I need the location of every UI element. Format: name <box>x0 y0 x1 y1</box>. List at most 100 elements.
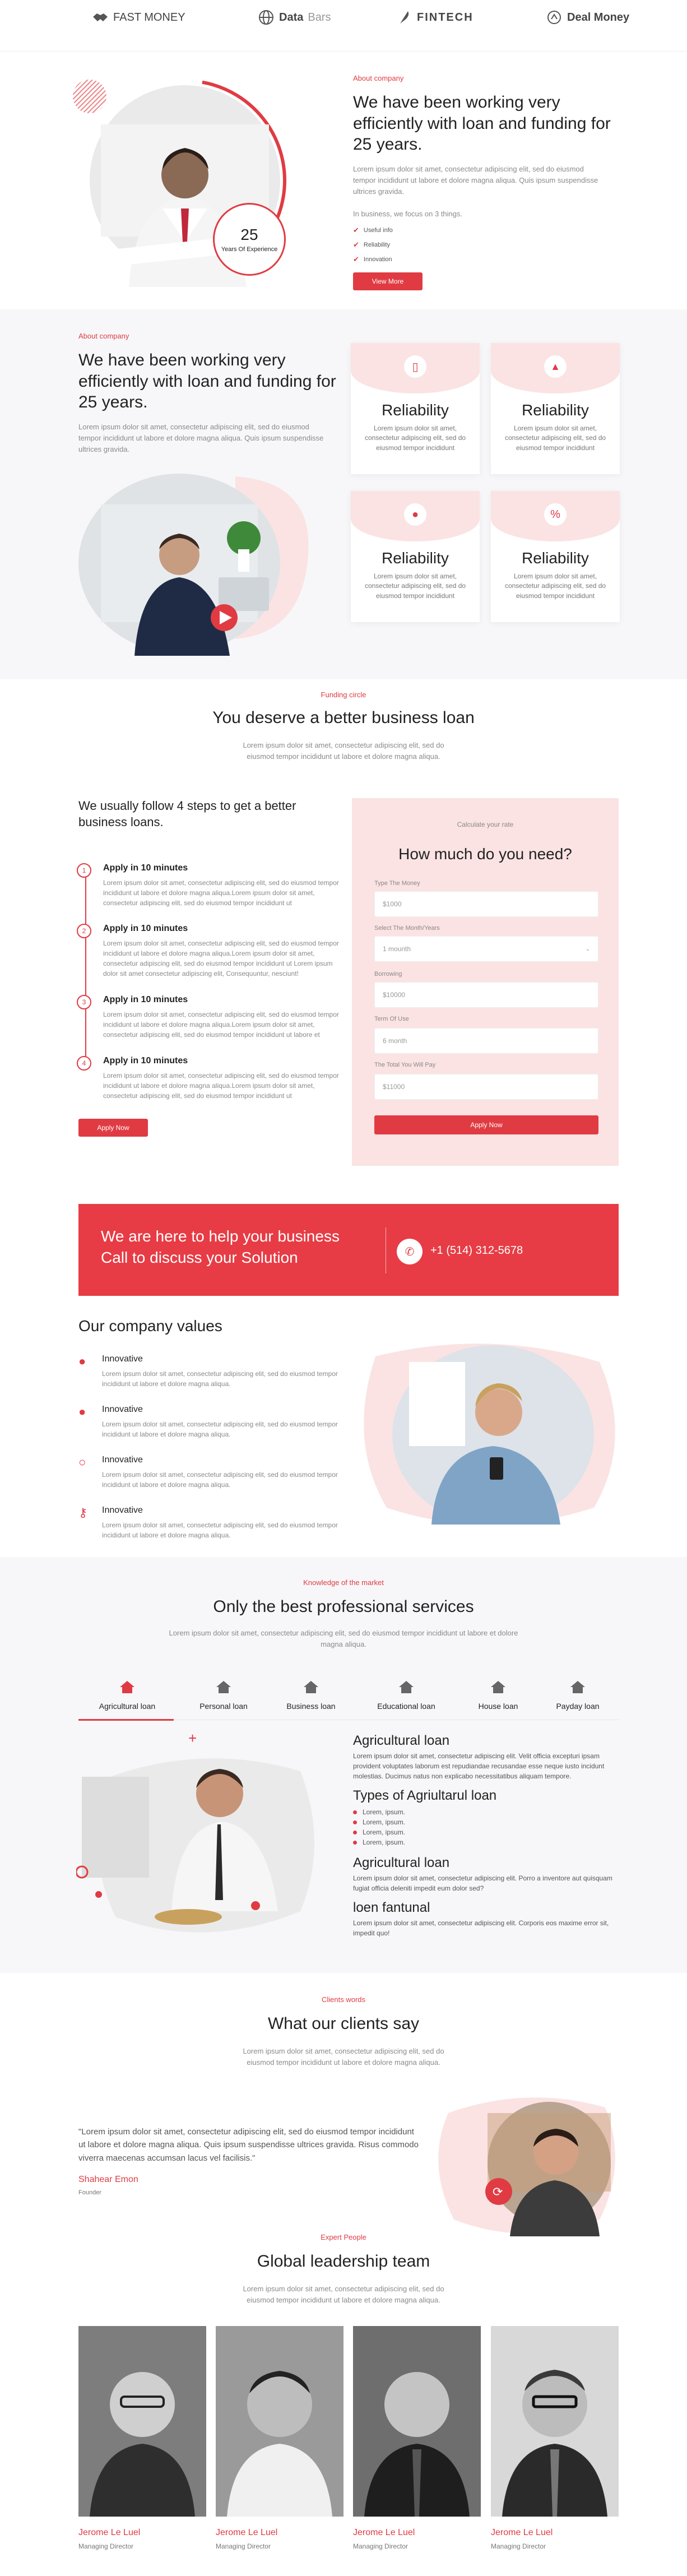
member-role: Managing Director <box>491 2542 546 2550</box>
testimonial-image: ⟳ <box>431 2091 616 2236</box>
team-member-card: Jerome Le Luel Managing Director <box>491 2326 619 2550</box>
tab-label: Payday loan <box>556 1702 600 1711</box>
office-illustration <box>78 474 309 656</box>
eyebrow: Funding circle <box>321 691 366 699</box>
bullet-icon <box>353 1840 357 1845</box>
team-member-card: Jerome Le Luel Managing Director <box>353 2326 481 2550</box>
check-item: ✔ Useful info <box>353 223 393 238</box>
lightbulb-outline-icon: ○ <box>78 1455 86 1469</box>
services-image: + <box>75 1730 334 1956</box>
field-label: Type The Money <box>374 880 420 887</box>
check-label: Reliability <box>363 242 390 248</box>
member-name[interactable]: Jerome Le Luel <box>353 2528 481 2538</box>
card-title: Reliability <box>382 401 449 419</box>
experience-label: Years Of Experience <box>221 246 278 253</box>
section-body: Lorem ipsum dolor sit amet, consectetur … <box>169 1629 518 1649</box>
key-icon: ⚷ <box>78 1505 88 1519</box>
check-label: Innovation <box>363 256 392 263</box>
member-role: Managing Director <box>78 2542 134 2550</box>
step-title: Apply in 10 minutes <box>103 863 188 873</box>
apply-now-button[interactable]: Apply Now <box>78 1119 148 1137</box>
cta-banner: We are here to help your business Call t… <box>78 1204 619 1296</box>
card-desc: Lorem ipsum dolor sit amet, consectetur … <box>504 424 606 452</box>
term-input[interactable]: 6 month <box>374 1028 598 1054</box>
cta-phone[interactable]: +1 (514) 312-5678 <box>430 1244 523 1257</box>
section-title: We have been working very efficiently wi… <box>78 351 336 411</box>
borrowing-input[interactable]: $10000 <box>374 982 598 1008</box>
service-text: Lorem ipsum dolor sit amet, consectetur … <box>353 1752 605 1780</box>
member-name[interactable]: Jerome Le Luel <box>491 2528 619 2538</box>
values-image <box>353 1340 622 1530</box>
tab-label: House loan <box>478 1702 518 1711</box>
list-text: Lorem, ipsum. <box>363 1828 406 1836</box>
step-number: 3 <box>77 995 91 1009</box>
team-member-card: Jerome Le Luel Managing Director <box>78 2326 206 2550</box>
step-desc: Lorem ipsum dolor sit amet, consectetur … <box>103 1072 339 1100</box>
member-name[interactable]: Jerome Le Luel <box>78 2528 206 2538</box>
feature-card: % Reliability Lorem ipsum dolor sit amet… <box>491 491 620 622</box>
money-input[interactable]: $1000 <box>374 891 598 917</box>
eyebrow: About company <box>353 74 404 82</box>
section-title: You deserve a better business loan <box>212 708 475 727</box>
about2-image <box>67 471 319 656</box>
step-desc: Lorem ipsum dolor sit amet, consectetur … <box>103 1011 339 1039</box>
percent-icon: % <box>544 503 567 526</box>
feature-card: ▯ Reliability Lorem ipsum dolor sit amet… <box>351 343 480 474</box>
total-input[interactable]: $11000 <box>374 1074 598 1100</box>
feature-card: ▲ Reliability Lorem ipsum dolor sit amet… <box>491 343 620 474</box>
member-photo <box>353 2326 481 2517</box>
list-item: Lorem, ipsum. <box>353 1817 405 1827</box>
member-photo <box>491 2326 619 2517</box>
chevron-down-icon: ⌄ <box>585 946 590 952</box>
check-icon: ✔ <box>353 226 359 234</box>
tab-agricultural-loan[interactable]: Agricultural loan <box>85 1676 169 1711</box>
tab-business-loan[interactable]: Business loan <box>269 1676 353 1711</box>
bullet-icon <box>353 1810 357 1814</box>
values-title: Our company values <box>78 1317 222 1335</box>
calc-apply-button[interactable]: Apply Now <box>374 1115 598 1134</box>
list-item: Lorem, ipsum. <box>353 1807 405 1817</box>
steps-timeline <box>85 866 86 1068</box>
value-title: Innovative <box>102 1354 143 1364</box>
handshake-icon <box>93 13 108 21</box>
tab-educational-loan[interactable]: Educational loan <box>364 1676 448 1711</box>
check-icon: ✔ <box>353 240 359 249</box>
calc-eyebrow: Calculate your rate <box>457 821 514 828</box>
svg-text:⟳: ⟳ <box>493 2185 503 2199</box>
tab-house-loan[interactable]: House loan <box>456 1676 540 1711</box>
member-name[interactable]: Jerome Le Luel <box>216 2528 344 2538</box>
list-text: Lorem, ipsum. <box>363 1838 406 1846</box>
team-member-card: Jerome Le Luel Managing Director <box>216 2326 344 2550</box>
house-icon <box>85 1676 169 1698</box>
eyebrow: Expert People <box>321 2233 366 2241</box>
logo-fast-money: FAST MONEY <box>92 9 185 26</box>
value-desc: Lorem ipsum dolor sit amet, consectetur … <box>102 1420 338 1438</box>
steps-title: We usually follow 4 steps to get a bette… <box>78 799 296 829</box>
list-item: Lorem, ipsum. <box>353 1827 405 1837</box>
section-title: We have been working very efficiently wi… <box>353 93 611 154</box>
card-title: Reliability <box>522 549 589 567</box>
active-tab-indicator <box>78 1719 174 1721</box>
rocket-icon: ▲ <box>544 355 567 378</box>
eyebrow: Clients words <box>321 1995 366 2004</box>
member-photo <box>216 2326 344 2517</box>
about-section-1: 25 Years Of Experience About company We … <box>0 52 687 309</box>
experience-badge: 25 Years Of Experience <box>213 203 286 276</box>
card-desc: Lorem ipsum dolor sit amet, consectetur … <box>364 572 466 600</box>
bullet-icon <box>353 1830 357 1834</box>
step-desc: Lorem ipsum dolor sit amet, consectetur … <box>103 939 339 977</box>
tab-payday-loan[interactable]: Payday loan <box>536 1676 620 1711</box>
feature-card: ● Reliability Lorem ipsum dolor sit amet… <box>351 491 480 622</box>
svg-text:+: + <box>188 1732 197 1746</box>
client-photo: ⟳ <box>438 2097 615 2236</box>
phone-icon: ▯ <box>404 355 426 378</box>
experience-number: 25 <box>240 226 258 243</box>
month-select[interactable]: 1 mounth ⌄ <box>374 936 598 962</box>
tab-personal-loan[interactable]: Personal loan <box>182 1676 266 1711</box>
step-number: 1 <box>77 863 91 878</box>
about-image: 25 Years Of Experience <box>73 74 291 287</box>
bullet-icon <box>353 1820 357 1824</box>
check-list: ✔ Useful info ✔ Reliability ✔ Innovation <box>353 223 393 267</box>
value-desc: Lorem ipsum dolor sit amet, consectetur … <box>102 1521 338 1539</box>
view-more-button[interactable]: View More <box>353 272 423 290</box>
